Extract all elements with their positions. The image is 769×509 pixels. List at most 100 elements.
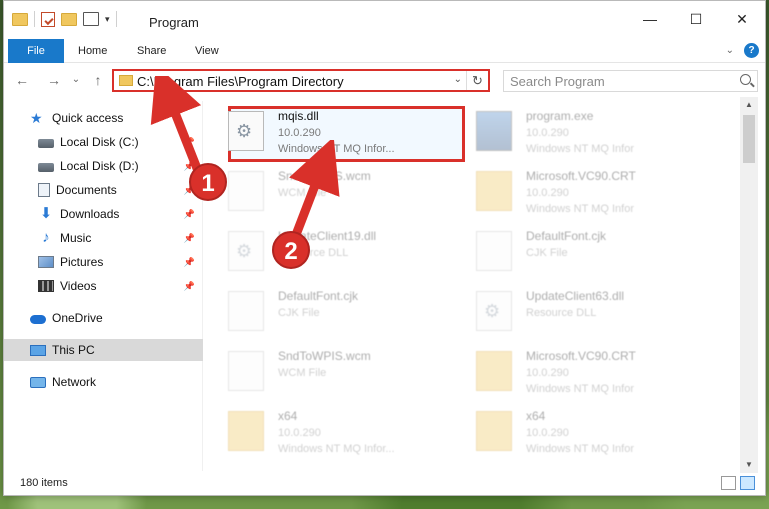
- view-toggle: [721, 476, 755, 490]
- sidebar-item-network[interactable]: Network: [4, 371, 203, 393]
- sidebar-item-label: OneDrive: [52, 311, 103, 325]
- window-controls: — ☐ ✕: [627, 1, 765, 37]
- document-icon: [38, 183, 50, 197]
- file-name: Microsoft.VC90.CRT: [526, 169, 636, 183]
- file-name: mqis.dll: [278, 109, 319, 123]
- file-name: DefaultFont.cjk: [278, 289, 359, 303]
- sidebar-item-label: Local Disk (D:): [60, 159, 139, 173]
- back-button[interactable]: ←: [12, 70, 32, 90]
- folder-icon: [119, 75, 133, 86]
- file-item[interactable]: SndToWPIS.wcm WCM File: [204, 343, 444, 401]
- item-count: 180 items: [20, 477, 68, 489]
- forward-button[interactable]: →: [44, 70, 64, 90]
- disk-icon: [38, 163, 54, 172]
- file-version: 10.0.290: [526, 187, 569, 199]
- scrollbar-thumb[interactable]: [743, 115, 755, 163]
- scroll-down-icon[interactable]: ▼: [740, 457, 758, 473]
- customize-view-icon[interactable]: [83, 12, 99, 26]
- sidebar-item-this-pc[interactable]: This PC: [4, 339, 203, 361]
- up-button[interactable]: ↑: [88, 70, 108, 90]
- tab-view[interactable]: View: [183, 39, 231, 63]
- search-input[interactable]: Search Program: [510, 74, 605, 89]
- properties-icon[interactable]: [41, 11, 55, 27]
- tab-home[interactable]: Home: [66, 39, 119, 63]
- help-icon[interactable]: ?: [744, 43, 759, 58]
- qat-dropdown-icon[interactable]: ▾: [105, 14, 110, 25]
- search-box[interactable]: Search Program: [503, 70, 758, 92]
- file-name: SndToWPIS.wcm: [278, 349, 371, 363]
- minimize-button[interactable]: —: [627, 1, 673, 37]
- file-description: Windows NT MQ Infor: [526, 203, 634, 215]
- file-name: x64: [526, 409, 546, 423]
- expand-ribbon-icon[interactable]: ⌄: [726, 45, 734, 56]
- folder-icon: [476, 411, 512, 451]
- file-type: WCM File: [278, 367, 327, 379]
- dll-file-icon: [476, 291, 512, 331]
- pin-icon[interactable]: 📌: [184, 281, 195, 292]
- title-bar: ▾ Program — ☐ ✕: [4, 1, 765, 39]
- divider: [115, 11, 117, 27]
- file-item[interactable]: Microsoft.VC90.CRT 10.0.290 Windows NT M…: [452, 343, 692, 401]
- sidebar-item-music[interactable]: ♪ Music 📌: [4, 227, 203, 249]
- sidebar-item-label: Local Disk (C:): [60, 135, 139, 149]
- sidebar-item-onedrive[interactable]: OneDrive: [4, 307, 203, 329]
- music-icon: ♪: [42, 229, 50, 246]
- pin-icon[interactable]: 📌: [184, 233, 195, 244]
- ribbon-right-controls: ⌄ ?: [726, 43, 759, 58]
- new-folder-icon[interactable]: [61, 12, 77, 26]
- dll-file-icon: [228, 111, 264, 151]
- tab-file[interactable]: File: [8, 39, 64, 63]
- tab-share[interactable]: Share: [125, 39, 178, 63]
- file-version: 10.0.290: [278, 427, 321, 439]
- file-description: Windows NT MQ Infor: [526, 443, 634, 455]
- sidebar-item-label: This PC: [52, 343, 95, 357]
- file-item[interactable]: x64 10.0.290 Windows NT MQ Infor...: [204, 403, 444, 461]
- file-item[interactable]: DefaultFont.cjk CJK File: [452, 223, 692, 281]
- file-name: UpdateClient63.dll: [526, 289, 625, 303]
- folder-icon: [228, 411, 264, 451]
- window-title: Program: [149, 15, 199, 30]
- file-item[interactable]: x64 10.0.290 Windows NT MQ Infor: [452, 403, 692, 461]
- file-item[interactable]: Microsoft.VC90.CRT 10.0.290 Windows NT M…: [452, 163, 692, 221]
- vertical-scrollbar[interactable]: ▲ ▼: [740, 97, 758, 473]
- sidebar-item-label: Music: [60, 231, 92, 245]
- file-version: 10.0.290: [526, 127, 569, 139]
- pin-icon[interactable]: 📌: [184, 209, 195, 220]
- sidebar-item-pictures[interactable]: Pictures 📌: [4, 251, 203, 273]
- document-icon: [476, 231, 512, 271]
- scroll-up-icon[interactable]: ▲: [740, 97, 758, 113]
- file-item[interactable]: program.exe 10.0.290 Windows NT MQ Infor: [452, 103, 692, 161]
- chevron-down-icon[interactable]: ⌄: [454, 74, 462, 85]
- file-explorer-window: ▾ Program — ☐ ✕ File Home Share View ⌄ ?…: [3, 0, 766, 496]
- divider: [34, 11, 35, 27]
- sidebar-item-label: Quick access: [52, 111, 124, 125]
- file-description: Windows NT MQ Infor: [526, 143, 634, 155]
- details-view-icon[interactable]: [721, 476, 736, 490]
- download-icon: ⬇: [39, 205, 53, 222]
- ribbon-tabs: File Home Share View ⌄ ?: [4, 39, 765, 63]
- cloud-icon: [30, 315, 46, 324]
- document-icon: [228, 351, 264, 391]
- close-button[interactable]: ✕: [719, 1, 765, 37]
- pin-icon[interactable]: 📌: [184, 257, 195, 268]
- step-1-badge: 1: [189, 163, 227, 201]
- search-icon: [740, 74, 751, 85]
- folder-icon: [12, 12, 28, 26]
- sidebar-item-label: Documents: [56, 183, 117, 197]
- maximize-button[interactable]: ☐: [673, 1, 719, 37]
- file-item[interactable]: UpdateClient63.dll Resource DLL: [452, 283, 692, 341]
- sidebar-item-downloads[interactable]: ⬇ Downloads 📌: [4, 203, 203, 225]
- file-item[interactable]: DefaultFont.cjk CJK File: [204, 283, 444, 341]
- file-version: 10.0.290: [278, 127, 321, 139]
- file-type: CJK File: [278, 307, 320, 319]
- sidebar-item-videos[interactable]: Videos 📌: [4, 275, 203, 297]
- file-description: Windows NT MQ Infor: [526, 383, 634, 395]
- file-version: 10.0.290: [526, 427, 569, 439]
- pictures-icon: [38, 256, 54, 268]
- large-icons-view-icon[interactable]: [740, 476, 755, 490]
- sidebar-item-label: Videos: [60, 279, 97, 293]
- file-name: DefaultFont.cjk: [526, 229, 607, 243]
- recent-locations-button[interactable]: ⌄: [66, 70, 86, 90]
- file-type: CJK File: [526, 247, 568, 259]
- refresh-button[interactable]: ↻: [466, 71, 488, 90]
